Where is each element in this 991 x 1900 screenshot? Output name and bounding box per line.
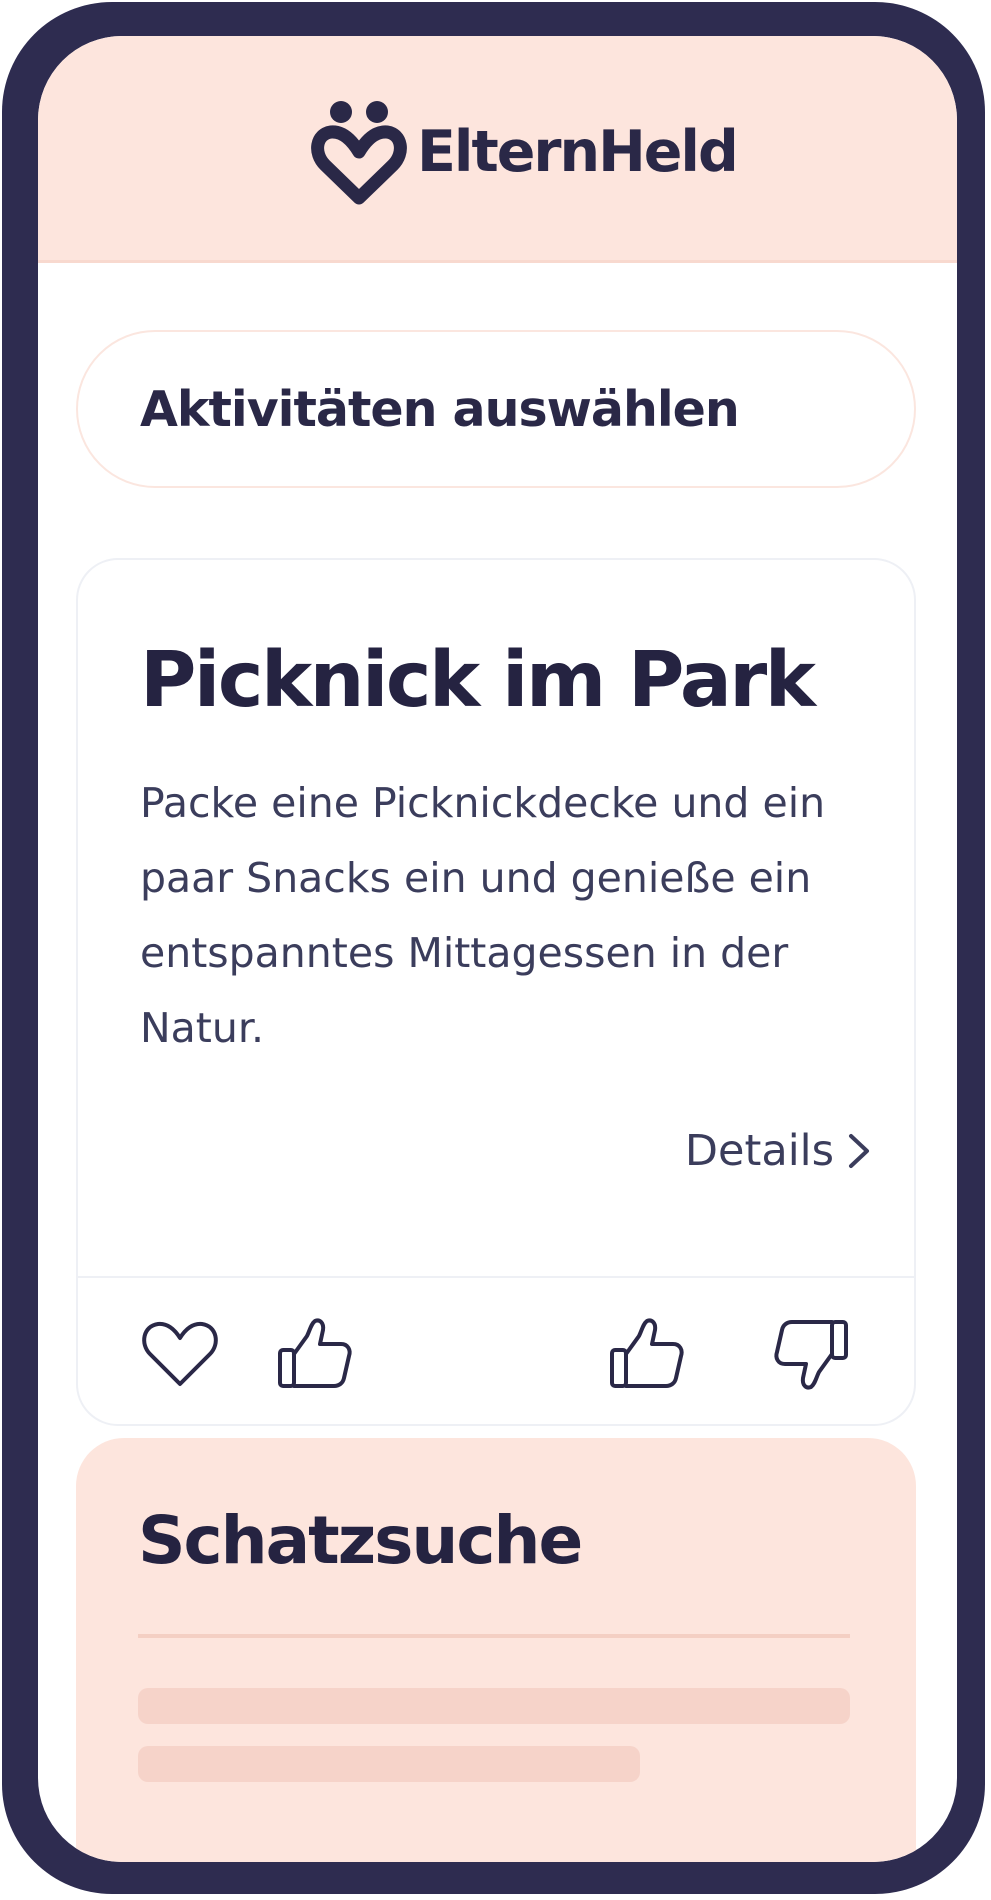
app-name: ElternHeld <box>417 119 739 185</box>
activity-description: Packe eine Picknickdecke und ein paar Sn… <box>140 779 826 1052</box>
activity-selector[interactable]: Aktivitäten auswählen <box>76 330 916 488</box>
heart-outline-icon <box>142 1321 218 1386</box>
next-activity-card[interactable]: Schatzsuche <box>76 1438 916 1862</box>
thumbs-up-icon <box>610 1318 684 1388</box>
chevron-right-icon <box>849 1134 869 1168</box>
thumbs-up-icon <box>278 1318 352 1388</box>
brand: ElternHeld <box>311 92 739 212</box>
favorite-button[interactable] <box>140 1316 220 1392</box>
activity-card: Picknick im Park Packe eine Picknickdeck… <box>76 558 916 1426</box>
text-placeholder <box>138 1688 850 1724</box>
dislike-button[interactable] <box>772 1316 852 1392</box>
heart-face-logo-icon <box>311 101 407 205</box>
card-actions <box>78 1278 914 1426</box>
text-placeholder <box>138 1746 640 1782</box>
like-button-secondary[interactable] <box>606 1316 686 1392</box>
phone-frame: ElternHeld Aktivitäten auswählen Picknic… <box>2 2 985 1894</box>
like-button[interactable] <box>274 1316 354 1392</box>
app-header: ElternHeld <box>38 36 957 263</box>
activity-selector-label: Aktivitäten auswählen <box>140 380 740 438</box>
app-screen: ElternHeld Aktivitäten auswählen Picknic… <box>38 36 957 1862</box>
activity-title: Picknick im Park <box>140 636 816 725</box>
details-link[interactable]: Details <box>685 1126 872 1176</box>
thumbs-down-icon <box>774 1320 848 1390</box>
details-label: Details <box>684 1126 834 1176</box>
card-divider <box>138 1634 850 1638</box>
next-activity-title: Schatzsuche <box>138 1502 583 1579</box>
